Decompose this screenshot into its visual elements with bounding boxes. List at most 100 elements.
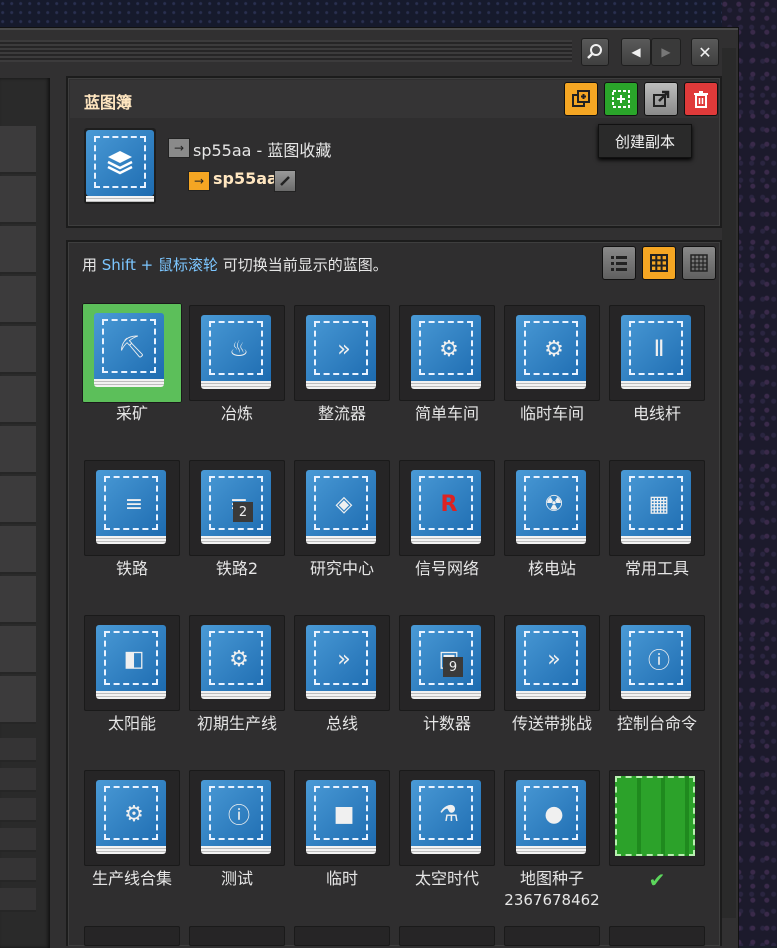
list-item[interactable] (0, 888, 36, 912)
edit-button[interactable] (274, 170, 296, 192)
blueprint-slot[interactable]: ⚙ (189, 615, 285, 711)
blueprint-book: ◧ (96, 625, 166, 701)
book-frame: » (524, 631, 578, 685)
book-frame: ◧ (104, 631, 158, 685)
small-grid-icon (690, 254, 708, 272)
blueprint-slot[interactable]: ⚙ (84, 770, 180, 866)
small-grid-view-button[interactable] (682, 246, 716, 280)
blueprint-book: R (411, 470, 481, 546)
book-icon-large[interactable] (84, 128, 156, 204)
list-item[interactable] (0, 126, 36, 174)
blueprint-slot[interactable]: ◧ (84, 615, 180, 711)
blueprint-label: 铁路 (115, 559, 148, 578)
blueprint-slot[interactable] (399, 926, 495, 946)
blueprint-label: 常用工具 (624, 559, 689, 578)
book-frame: ⚙ (419, 321, 473, 375)
info-icon: ⓘ (227, 804, 250, 829)
prev-button[interactable]: ◀ (621, 38, 651, 66)
list-view-button[interactable] (602, 246, 636, 280)
blueprint-slot[interactable] (84, 926, 180, 946)
list-item[interactable] (0, 676, 36, 724)
blueprint-slot[interactable]: ◈ (294, 460, 390, 556)
book-pages (621, 381, 691, 389)
blueprint-slot[interactable]: ⓘ (189, 770, 285, 866)
list-item[interactable] (0, 326, 36, 374)
list-item[interactable] (0, 576, 36, 624)
list-item[interactable] (0, 226, 36, 274)
assembler-icon: ⚙ (439, 336, 459, 362)
author-arrow-icon: → (188, 171, 210, 191)
blueprint-slot[interactable] (504, 926, 600, 946)
blueprint-slot[interactable] (189, 926, 285, 946)
list-item[interactable] (0, 798, 36, 822)
blueprint-slot[interactable]: ⓘ (609, 615, 705, 711)
delete-button[interactable] (684, 82, 718, 116)
blueprint-slot[interactable]: » (294, 305, 390, 401)
empty-slot[interactable] (609, 770, 705, 866)
close-button[interactable]: ✕ (691, 38, 719, 66)
blueprint-book: ☢ (516, 470, 586, 546)
next-button[interactable]: ▶ (651, 38, 681, 66)
blueprint-book: ◈ (306, 470, 376, 546)
blueprint-label: 核电站 (527, 559, 576, 578)
blueprint-slot[interactable]: ■ (294, 770, 390, 866)
blueprint-slot[interactable]: » (294, 615, 390, 711)
blueprint-slot[interactable]: R (399, 460, 495, 556)
blueprint-label: 测试 (220, 869, 253, 888)
grid-view-button[interactable] (642, 246, 676, 280)
list-item[interactable] (0, 526, 36, 574)
list-item[interactable] (0, 176, 36, 224)
blueprint-slot[interactable]: ♨ (189, 305, 285, 401)
book-frame: ● (524, 786, 578, 840)
book-pages (306, 691, 376, 699)
select-blueprint-button[interactable] (604, 82, 638, 116)
blueprint-slot[interactable]: ⚙ (504, 305, 600, 401)
blueprint-slot[interactable]: ⚗ (399, 770, 495, 866)
blueprint-slot[interactable]: ≡2 (189, 460, 285, 556)
book-pages (306, 846, 376, 854)
count-badge: 9 (443, 657, 463, 677)
blueprint-slot[interactable]: ▦ (609, 460, 705, 556)
blueprint-slot[interactable]: ● (504, 770, 600, 866)
blueprint-slot[interactable]: ⚙ (399, 305, 495, 401)
book-pages (516, 846, 586, 854)
book-cover: ⚙ (201, 625, 271, 691)
list-item[interactable] (0, 768, 36, 792)
book-cover (86, 130, 154, 196)
blueprint-book: ⚙ (201, 625, 271, 701)
blueprint-slot[interactable] (294, 926, 390, 946)
list-item[interactable] (0, 626, 36, 674)
blueprint-slot[interactable]: ⛏ (82, 303, 182, 403)
list-item[interactable] (0, 858, 36, 882)
blueprint-slot[interactable]: ≡ (84, 460, 180, 556)
book-cover: ⓘ (201, 780, 271, 846)
book-pages (306, 381, 376, 389)
book-pages (96, 846, 166, 854)
list-item[interactable] (0, 828, 36, 852)
list-item[interactable] (0, 426, 36, 474)
list-item[interactable] (0, 276, 36, 324)
blueprint-slot[interactable]: ☢ (504, 460, 600, 556)
copy-button[interactable] (564, 82, 598, 116)
book-frame: ⚙ (209, 631, 263, 685)
reactor-icon: ☢ (544, 491, 564, 517)
book-frame (94, 136, 146, 188)
titlebar-drag-handle[interactable] (0, 40, 572, 62)
list-item[interactable] (0, 738, 36, 762)
list-item[interactable] (0, 376, 36, 424)
blueprint-slot[interactable] (609, 926, 705, 946)
blueprint-book: ■ (306, 780, 376, 856)
book-frame: ⛏ (102, 319, 156, 373)
list-item[interactable] (0, 476, 36, 524)
book-cover: » (516, 625, 586, 691)
blueprint-slot[interactable]: Ⅱ (609, 305, 705, 401)
blueprint-slot[interactable]: » (504, 615, 600, 711)
blueprint-slot[interactable]: ▣9 (399, 615, 495, 711)
book-frame: ⚙ (104, 786, 158, 840)
scrollbar[interactable] (722, 48, 736, 918)
book-pages (201, 536, 271, 544)
search-button[interactable] (581, 38, 609, 66)
export-button[interactable] (644, 82, 678, 116)
book-frame: ◈ (314, 476, 368, 530)
blueprint-book: ⚙ (516, 315, 586, 391)
